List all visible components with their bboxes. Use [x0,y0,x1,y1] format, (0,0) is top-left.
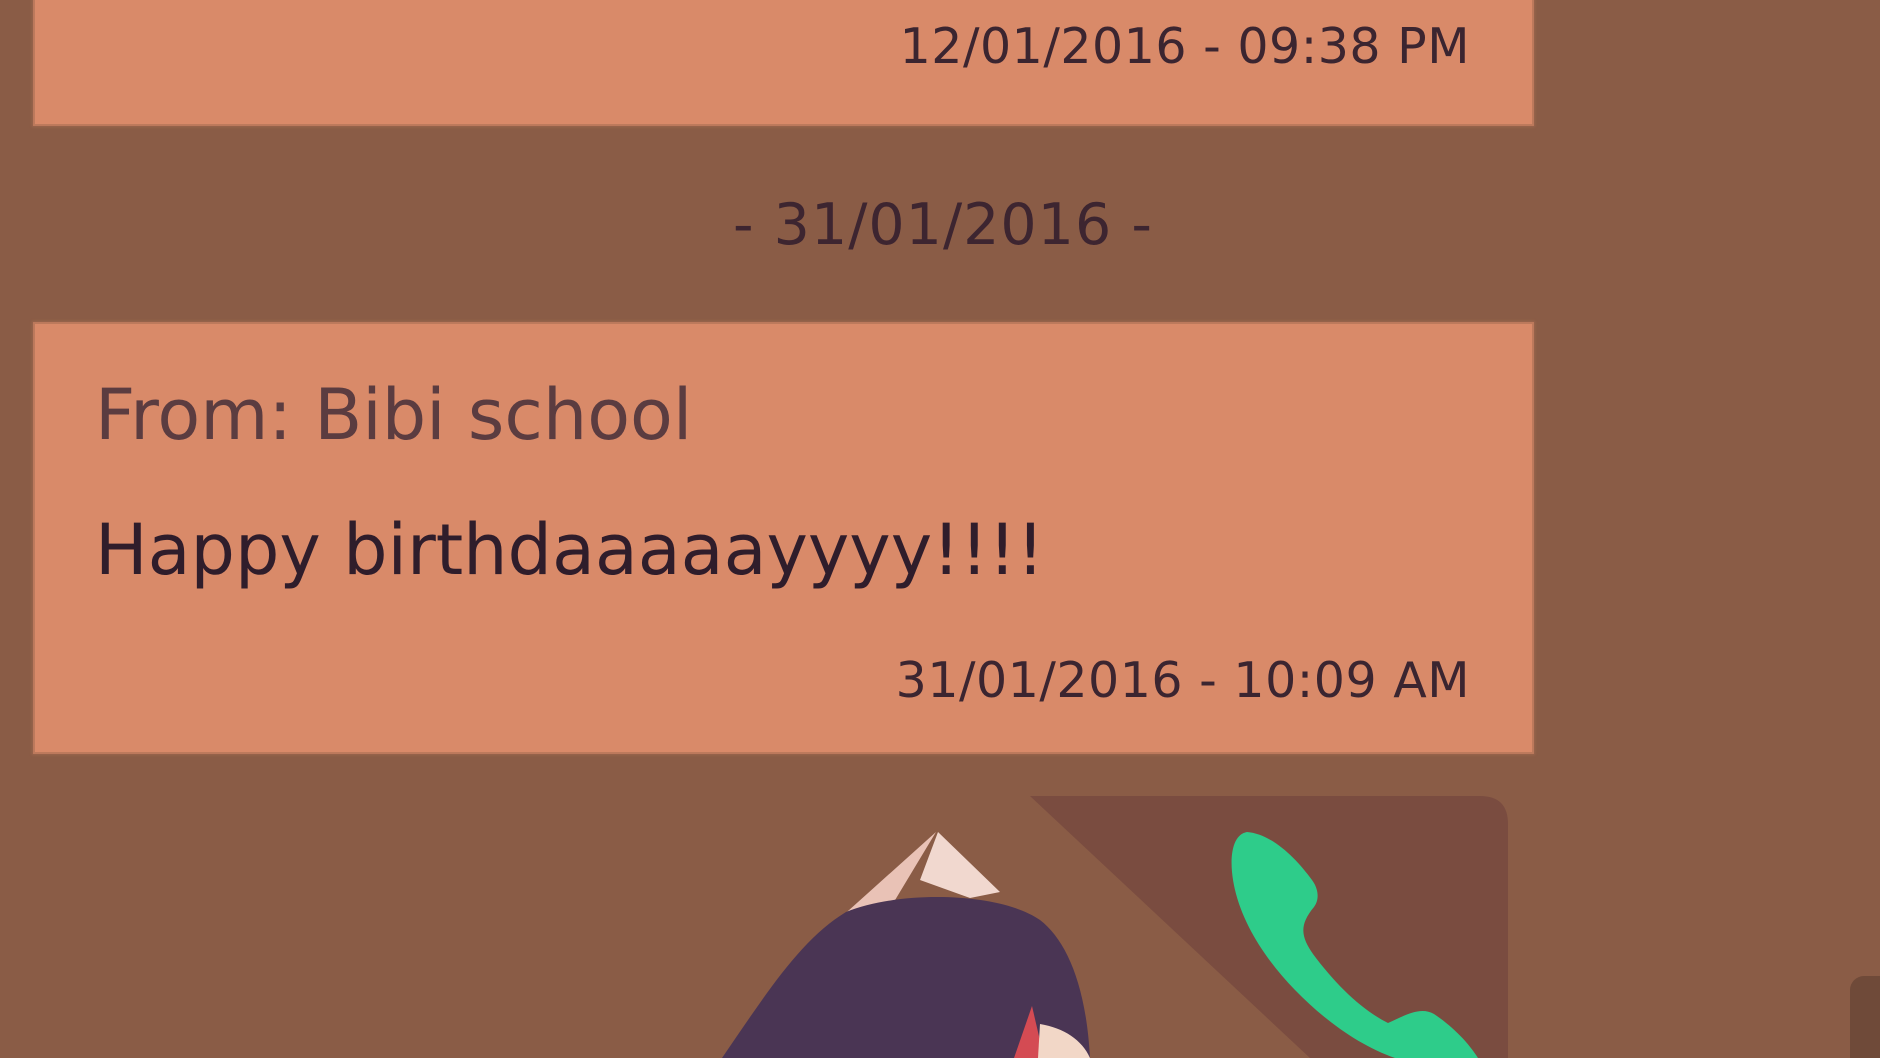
scrollbar-thumb[interactable] [1850,976,1880,1058]
date-separator-label: - 31/01/2016 - [733,192,1153,258]
message-timestamp: 12/01/2016 - 09:38 PM [899,18,1470,75]
message-sender: From: Bibi school [95,374,693,456]
call-button[interactable] [1030,796,1508,1058]
message-text: Happy birthdaaaaayyyy!!!! [95,509,1045,591]
contact-art [722,796,1508,1058]
character-portrait [722,832,1090,1058]
message-bubble: 12/01/2016 - 09:38 PM [35,0,1532,124]
message-timestamp: 31/01/2016 - 10:09 AM [895,652,1470,709]
message-bubble: From: Bibi school Happy birthdaaaaayyyy!… [35,324,1532,752]
